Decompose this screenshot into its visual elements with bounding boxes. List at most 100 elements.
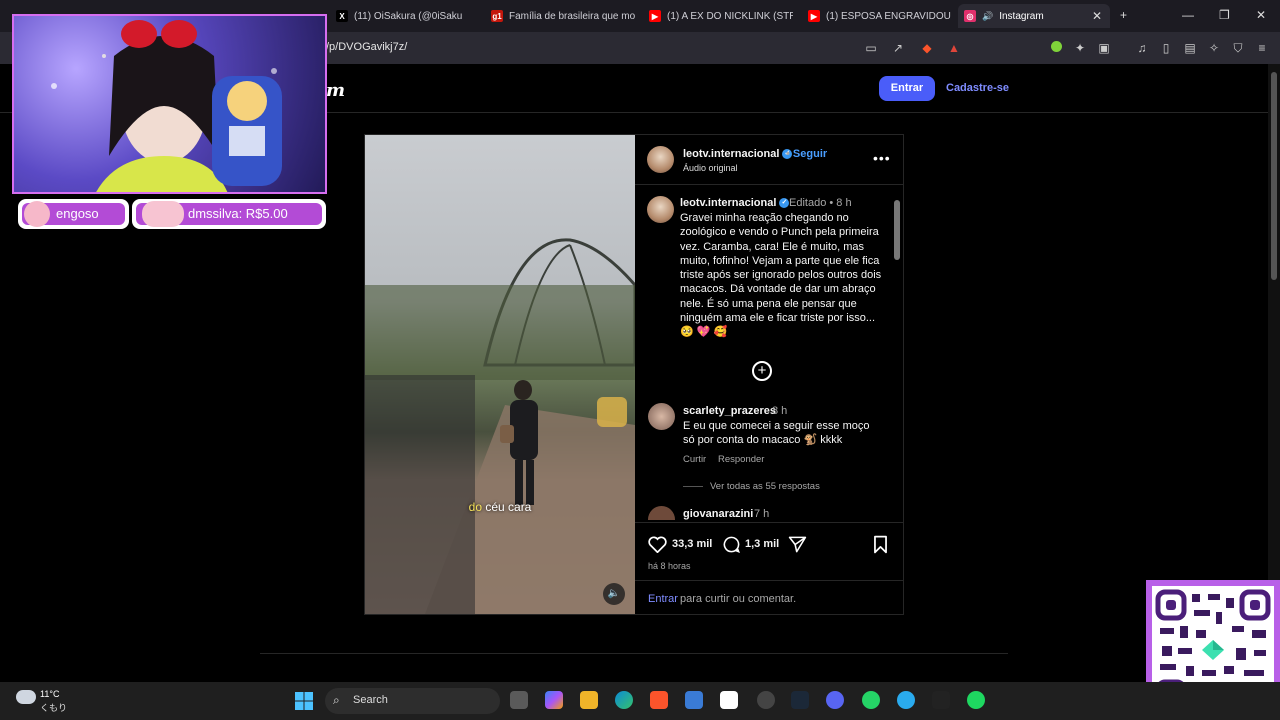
caption-author[interactable]: leotv.internacional ✓ <box>680 197 790 209</box>
comment-time: 8 h <box>772 405 788 417</box>
close-window-icon[interactable]: ✕ <box>1256 8 1266 22</box>
tab-instagram[interactable]: ◎ 🔊 Instagram ✕ <box>958 4 1110 28</box>
post-author[interactable]: leotv.internacional ✓ <box>683 148 793 160</box>
login-to-comment-link[interactable]: Entrar <box>648 593 678 605</box>
donation-bubble: dmssilva: R$5.00 <box>132 199 326 229</box>
leo-ai-icon[interactable]: ✧ <box>1207 41 1221 55</box>
subtitle-text: céu cara <box>482 500 532 514</box>
caption-meta: Editado • 8 h <box>789 197 852 209</box>
windows-start-icon[interactable] <box>294 691 314 711</box>
cloud-mascot-icon <box>142 201 184 227</box>
post-caption: Gravei minha reação chegando no zoológic… <box>680 212 882 339</box>
url-field[interactable]: /p/DVOGavikj7z/ <box>326 41 407 53</box>
brave-shield-icon[interactable]: ◆ <box>920 41 934 55</box>
follow-label[interactable]: Seguir <box>793 148 827 160</box>
like-heart-icon[interactable] <box>648 536 667 553</box>
post-video[interactable] <box>365 135 635 614</box>
whatsapp-icon[interactable] <box>862 691 880 709</box>
store-icon[interactable] <box>685 691 703 709</box>
comment-avatar[interactable] <box>648 403 675 430</box>
audio-link[interactable]: Áudio original <box>683 163 738 173</box>
extensions-icon[interactable]: ✦ <box>1073 41 1087 55</box>
epic-games-icon[interactable] <box>932 691 950 709</box>
tab-oisakura[interactable]: X (11) OiSakura (@0iSaku <box>330 4 480 28</box>
status-dot-icon <box>1049 41 1063 55</box>
wallet-icon[interactable]: ▣ <box>1097 41 1111 55</box>
tab-familia[interactable]: g1 Família de brasileira que mo <box>485 4 635 28</box>
instagram-icon: ◎ <box>964 10 976 22</box>
speaker-icon: 🔊 <box>982 10 994 21</box>
weather-temp[interactable]: 11°C <box>40 689 59 699</box>
more-options-icon[interactable]: ••• <box>873 150 891 166</box>
file-explorer-icon[interactable] <box>580 691 598 709</box>
tab-ex-nicklink[interactable]: ▶ (1) A EX DO NICKLINK (STRI <box>643 4 793 28</box>
share-icon[interactable]: ↗ <box>891 41 905 55</box>
wallet2-icon[interactable]: ▤ <box>1183 41 1197 55</box>
discord-icon[interactable] <box>826 691 844 709</box>
mute-toggle-icon[interactable]: 🔈 <box>603 583 625 605</box>
comment-reply-link[interactable]: Responder <box>718 454 764 465</box>
like-count[interactable]: 33,3 mil <box>672 538 712 550</box>
caption-avatar[interactable] <box>647 196 674 223</box>
spotify-icon[interactable] <box>967 691 985 709</box>
video-subtitle: do céu cara <box>365 500 635 514</box>
vpn-icon[interactable]: ⛉ <box>1231 41 1245 55</box>
author-name[interactable]: leotv.internacional <box>683 148 779 160</box>
roblox-icon[interactable] <box>720 691 738 709</box>
music-icon[interactable]: ♫ <box>1135 41 1149 55</box>
taskbar-search-placeholder[interactable]: Search <box>353 694 388 706</box>
comment-bubble-icon[interactable] <box>722 535 741 554</box>
view-replies-link[interactable]: Ver todas as 55 respostas <box>710 481 820 492</box>
instagram-logo[interactable]: m <box>326 80 345 101</box>
post-header-divider <box>635 184 903 185</box>
comment-author[interactable]: scarlety_prazeres <box>683 405 776 417</box>
comments-scrollbar-thumb[interactable] <box>894 200 900 260</box>
comment-like-link[interactable]: Curtir <box>683 454 706 465</box>
copilot-icon[interactable] <box>545 691 563 709</box>
search-icon: ⌕ <box>333 693 340 707</box>
page-scrollbar-thumb[interactable] <box>1271 72 1277 280</box>
taskbar-search-box[interactable] <box>325 688 500 714</box>
steam-icon[interactable] <box>791 691 809 709</box>
share-paper-plane-icon[interactable] <box>788 535 807 554</box>
signup-link[interactable]: Cadastre-se <box>946 76 1009 101</box>
comment-text: E eu que comecei a seguir esse moço só p… <box>683 420 870 446</box>
tab-label: (1) A EX DO NICKLINK (STRI <box>667 10 793 22</box>
brave-icon[interactable] <box>650 691 668 709</box>
author-avatar[interactable] <box>647 146 674 173</box>
app-icon[interactable] <box>757 691 775 709</box>
caption-author-name[interactable]: leotv.internacional <box>680 197 776 209</box>
g1-logo-icon: g1 <box>491 10 503 22</box>
weather-desc[interactable]: くもり <box>40 701 67 714</box>
task-view-icon[interactable] <box>510 691 528 709</box>
youtube-icon: ▶ <box>808 10 820 22</box>
x-logo-icon: X <box>336 10 348 22</box>
tab-label: (1) ESPOSA ENGRAVIDOU D <box>826 10 952 22</box>
comment-count[interactable]: 1,3 mil <box>745 538 779 550</box>
zoo-scene-illustration <box>365 238 635 614</box>
comment-author[interactable]: giovanarazini <box>683 508 753 520</box>
tab-esposa[interactable]: ▶ (1) ESPOSA ENGRAVIDOU D <box>802 4 952 28</box>
close-tab-icon[interactable]: ✕ <box>1092 9 1102 23</box>
post-timestamp: há 8 horas <box>648 561 691 571</box>
sidebar-icon[interactable]: ▯ <box>1159 41 1173 55</box>
weather-cloud-icon[interactable] <box>16 690 36 704</box>
tab-label: Família de brasileira que mo <box>509 10 635 22</box>
bookmark-icon[interactable] <box>872 535 889 554</box>
menu-icon[interactable]: ≡ <box>1255 41 1269 55</box>
brave-rewards-icon[interactable]: ▲ <box>947 41 961 55</box>
minimize-icon[interactable]: — <box>1182 8 1194 22</box>
login-button[interactable]: Entrar <box>879 76 935 101</box>
cupcake-icon <box>24 201 50 227</box>
actions-divider <box>635 522 903 523</box>
telegram-icon[interactable] <box>897 691 915 709</box>
follow-button[interactable]: • Seguir <box>786 148 827 160</box>
edge-icon[interactable] <box>615 691 633 709</box>
cast-icon[interactable]: ▭ <box>864 41 878 55</box>
load-more-comments-icon[interactable]: + <box>752 361 772 381</box>
tab-label: Instagram <box>999 10 1044 22</box>
new-tab-button[interactable]: + <box>1120 8 1127 22</box>
tab-label: (11) OiSakura (@0iSaku <box>354 10 463 22</box>
donation-bubble: engoso <box>18 199 129 229</box>
restore-icon[interactable]: ❐ <box>1219 8 1230 22</box>
